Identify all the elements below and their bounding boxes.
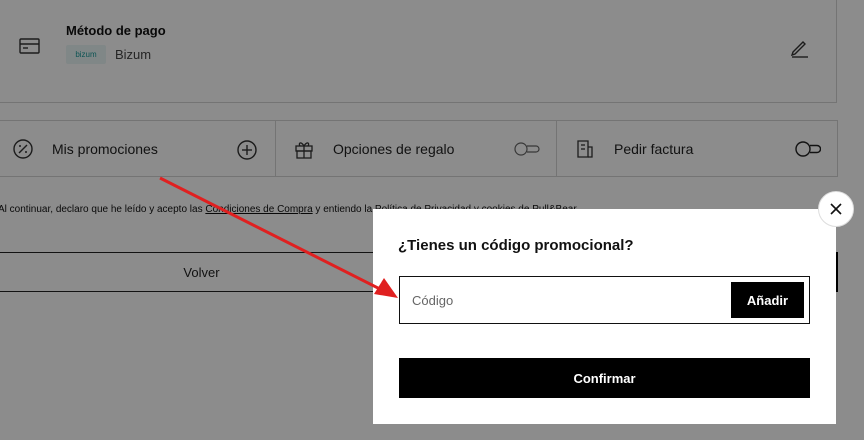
confirm-button[interactable]: Confirmar — [399, 358, 810, 398]
add-code-button[interactable]: Añadir — [731, 282, 804, 318]
promo-code-box: Añadir — [399, 276, 810, 324]
close-dialog-button[interactable] — [818, 191, 854, 227]
dialog-title: ¿Tienes un código promocional? — [398, 237, 634, 254]
promo-code-input[interactable] — [400, 277, 730, 323]
close-icon — [830, 203, 842, 215]
promo-code-dialog: ¿Tienes un código promocional? Añadir Co… — [373, 209, 836, 424]
